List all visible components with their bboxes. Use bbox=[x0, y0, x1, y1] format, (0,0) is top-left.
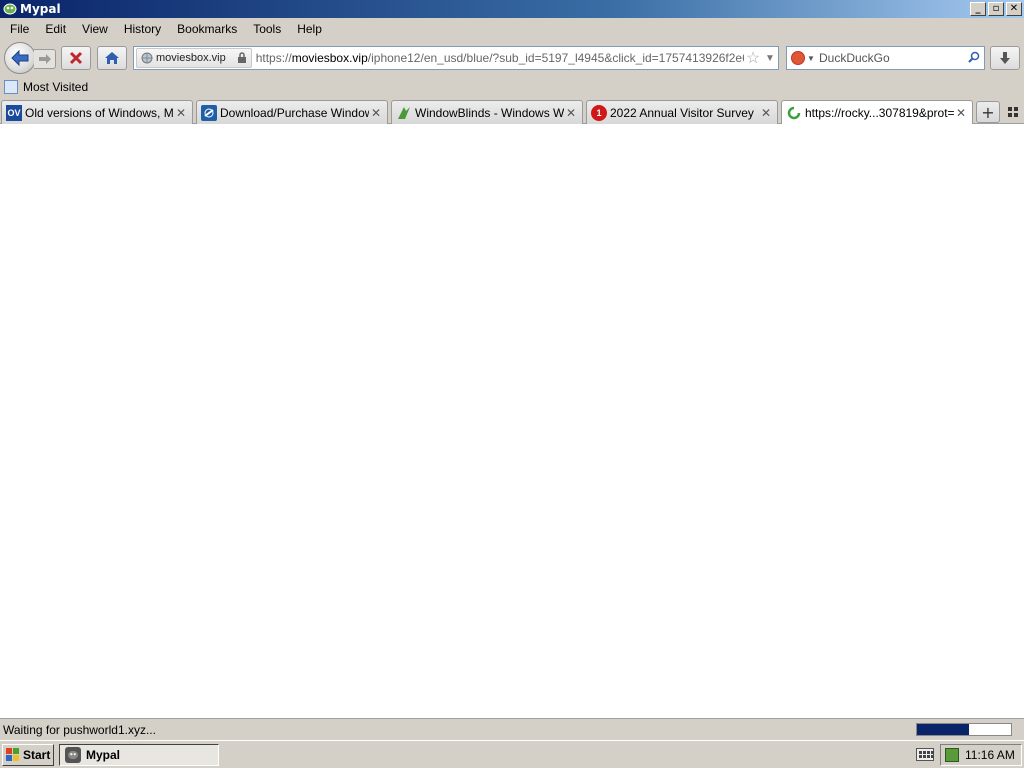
taskbar: Start Mypal 11:16 AM bbox=[0, 740, 1024, 768]
tab-visitor-survey[interactable]: 1 2022 Annual Visitor Survey ✕ bbox=[586, 100, 778, 124]
home-icon bbox=[105, 52, 119, 64]
page-load-progress bbox=[916, 723, 1012, 736]
menu-view[interactable]: View bbox=[74, 22, 116, 36]
status-text: Waiting for pushworld1.xyz... bbox=[3, 722, 156, 737]
window-title: Mypal bbox=[20, 2, 61, 16]
home-button[interactable] bbox=[97, 46, 127, 70]
mypal-task-icon bbox=[65, 747, 81, 763]
oldversion-favicon-icon: OV bbox=[6, 104, 22, 121]
url-history-dropdown-icon[interactable]: ▼ bbox=[762, 53, 778, 64]
tab-label: Download/Purchase WindowB... bbox=[220, 105, 369, 120]
url-prefix: https:// bbox=[255, 51, 292, 65]
minimize-button[interactable]: _ bbox=[970, 2, 986, 16]
back-arrow-icon bbox=[11, 50, 29, 66]
menu-file[interactable]: File bbox=[2, 22, 37, 36]
search-engine-button[interactable]: ▼ bbox=[787, 51, 819, 65]
progress-fill bbox=[917, 724, 969, 735]
window-titlebar: Mypal _ ▫ ✕ bbox=[0, 0, 1024, 18]
windows-logo-icon bbox=[6, 748, 20, 762]
globe-icon bbox=[141, 52, 153, 64]
downloads-button[interactable] bbox=[990, 46, 1020, 70]
tab-label: WindowBlinds - Windows Whi... bbox=[415, 105, 564, 120]
url-text[interactable]: https://moviesbox.vip/iphone12/en_usd/bl… bbox=[252, 51, 744, 65]
start-button[interactable]: Start bbox=[2, 744, 54, 766]
url-path: /iphone12/en_usd/blue/?sub_id=5197_l4945… bbox=[367, 51, 744, 65]
mypal-app-icon bbox=[3, 2, 17, 16]
restore-button[interactable]: ▫ bbox=[988, 2, 1004, 16]
close-window-button[interactable]: ✕ bbox=[1006, 2, 1022, 16]
stop-button[interactable] bbox=[61, 46, 91, 70]
tab-close-icon[interactable]: ✕ bbox=[954, 106, 968, 120]
duckduckgo-icon bbox=[791, 51, 805, 65]
back-button[interactable] bbox=[4, 42, 36, 74]
tab-close-icon[interactable]: ✕ bbox=[174, 106, 188, 120]
site-identity-label: moviesbox.vip bbox=[156, 52, 226, 64]
navigation-toolbar: moviesbox.vip https://moviesbox.vip/ipho… bbox=[0, 40, 1024, 76]
most-visited-bookmark[interactable]: Most Visited bbox=[23, 80, 88, 94]
network-icon[interactable] bbox=[945, 748, 959, 762]
page-content bbox=[0, 124, 1024, 718]
forward-arrow-icon bbox=[38, 54, 51, 64]
menu-bookmarks[interactable]: Bookmarks bbox=[169, 22, 245, 36]
url-bar[interactable]: moviesbox.vip https://moviesbox.vip/ipho… bbox=[133, 46, 779, 70]
loading-spinner-icon bbox=[786, 105, 802, 121]
menu-edit[interactable]: Edit bbox=[37, 22, 74, 36]
tab-old-versions[interactable]: OV Old versions of Windows, Ma... ✕ bbox=[1, 100, 193, 124]
stardock-favicon-icon bbox=[201, 104, 217, 121]
bookmarks-toolbar: Most Visited bbox=[0, 76, 1024, 98]
search-magnifier-icon[interactable] bbox=[964, 51, 984, 66]
engine-dropdown-icon: ▼ bbox=[807, 53, 815, 63]
new-tab-button[interactable]: + bbox=[976, 101, 1000, 123]
forward-button[interactable] bbox=[34, 49, 56, 69]
stop-x-icon bbox=[69, 51, 83, 65]
tab-strip: OV Old versions of Windows, Ma... ✕ Down… bbox=[0, 98, 1024, 125]
tab-windowblinds[interactable]: WindowBlinds - Windows Whi... ✕ bbox=[391, 100, 583, 124]
url-domain: moviesbox.vip bbox=[291, 51, 368, 65]
tab-close-icon[interactable]: ✕ bbox=[564, 106, 578, 120]
survey-favicon-icon: 1 bbox=[591, 104, 607, 121]
tab-close-icon[interactable]: ✕ bbox=[759, 106, 773, 120]
lock-icon bbox=[237, 52, 246, 63]
download-arrow-icon bbox=[1000, 52, 1010, 64]
keyboard-icon[interactable] bbox=[916, 748, 934, 761]
menu-help[interactable]: Help bbox=[289, 22, 330, 36]
menu-bar: File Edit View History Bookmarks Tools H… bbox=[0, 18, 1024, 40]
tab-close-icon[interactable]: ✕ bbox=[369, 106, 383, 120]
tab-rocky-active[interactable]: https://rocky...307819&prot=2 ✕ bbox=[781, 100, 973, 125]
system-tray: 11:16 AM bbox=[940, 744, 1022, 766]
bookmark-star-icon[interactable]: ☆ bbox=[744, 48, 762, 68]
search-input[interactable]: DuckDuckGo bbox=[819, 51, 964, 65]
site-identity-button[interactable]: moviesbox.vip bbox=[136, 48, 252, 68]
tab-label: Old versions of Windows, Ma... bbox=[25, 105, 174, 120]
tab-label: https://rocky...307819&prot=2 bbox=[805, 106, 954, 120]
search-bar[interactable]: ▼ DuckDuckGo bbox=[786, 46, 985, 70]
task-label: Mypal bbox=[86, 748, 121, 762]
tab-label: 2022 Annual Visitor Survey bbox=[610, 105, 754, 120]
clock[interactable]: 11:16 AM bbox=[965, 748, 1015, 762]
taskbar-mypal-button[interactable]: Mypal bbox=[59, 744, 219, 766]
list-all-tabs-icon[interactable] bbox=[1004, 103, 1022, 121]
menu-history[interactable]: History bbox=[116, 22, 169, 36]
start-label: Start bbox=[23, 748, 51, 762]
menu-tools[interactable]: Tools bbox=[245, 22, 289, 36]
most-visited-icon bbox=[4, 80, 18, 94]
tab-download-windowblinds[interactable]: Download/Purchase WindowB... ✕ bbox=[196, 100, 388, 124]
windowblinds-favicon-icon bbox=[396, 105, 412, 121]
status-bar: Waiting for pushworld1.xyz... bbox=[0, 718, 1024, 740]
